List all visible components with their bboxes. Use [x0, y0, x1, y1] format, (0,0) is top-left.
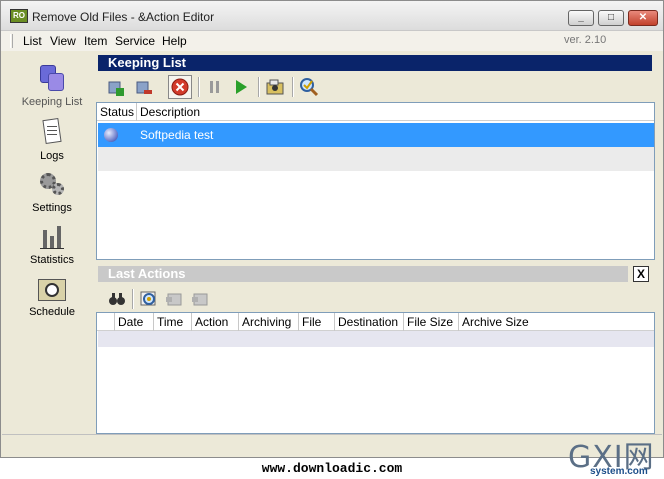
menu-grip [10, 34, 13, 48]
last-actions-table[interactable]: Date Time Action Archiving File Destinat… [96, 312, 655, 434]
row-description: Softpedia test [140, 128, 214, 142]
play-icon [236, 80, 247, 94]
sidebar-item-statistics[interactable]: Statistics [9, 221, 95, 266]
column-blank[interactable] [97, 313, 115, 331]
close-icon: ✕ [638, 12, 648, 23]
logs-icon [36, 117, 68, 147]
add-icon [108, 81, 124, 96]
toolbar-separator [292, 77, 294, 97]
last-actions-header-row: Date Time Action Archiving File Destinat… [97, 313, 654, 331]
preview-icon [266, 79, 284, 95]
remove-button[interactable] [132, 76, 154, 98]
last-actions-header: Last Actions [98, 266, 628, 282]
menu-list[interactable]: List [23, 34, 42, 48]
sidebar-item-schedule[interactable]: Schedule [9, 273, 95, 318]
column-date[interactable]: Date [115, 313, 154, 331]
column-description[interactable]: Description [137, 103, 654, 121]
column-archiving[interactable]: Archiving [239, 313, 299, 331]
sidebar-label-keeping-list: Keeping List [21, 96, 83, 108]
clear-button[interactable] [190, 288, 212, 310]
app-window: RO Remove Old Files - &Action Editor _ □… [0, 0, 664, 458]
status-bar [2, 434, 662, 452]
toolbar-separator [132, 289, 134, 309]
keeping-list-header: Keeping List [98, 55, 652, 71]
column-archive-size[interactable]: Archive Size [459, 313, 654, 331]
maximize-icon: □ [607, 12, 615, 23]
menu-help[interactable]: Help [162, 34, 187, 48]
app-icon: RO [10, 9, 28, 23]
preview-button[interactable] [264, 76, 286, 98]
statistics-icon [36, 221, 68, 251]
minimize-icon: _ [578, 12, 584, 23]
stop-button[interactable] [168, 75, 192, 99]
keeping-list-icon [36, 63, 68, 93]
last-actions-close-button[interactable]: X [633, 266, 649, 282]
maximize-button[interactable]: □ [598, 10, 624, 26]
sidebar: Keeping List Logs Settings Statistics Sc… [9, 55, 95, 450]
title-bar: RO Remove Old Files - &Action Editor _ □… [1, 1, 663, 31]
menu-item[interactable]: Item [84, 34, 107, 48]
table-row[interactable]: Softpedia test [98, 123, 654, 147]
search-button[interactable] [298, 76, 320, 98]
keeping-list-toolbar [98, 74, 652, 100]
search-icon [300, 78, 319, 97]
table-row-empty [98, 147, 654, 171]
toolbar-separator [258, 77, 260, 97]
schedule-icon [36, 273, 68, 303]
column-action[interactable]: Action [192, 313, 239, 331]
keeping-list-table[interactable]: Status Description Softpedia test [96, 102, 655, 260]
clear-icon [192, 293, 208, 306]
toolbar-separator [198, 77, 200, 97]
find-button[interactable] [106, 288, 128, 310]
version-label: ver. 2.10 [564, 34, 607, 46]
remove-icon [136, 81, 152, 94]
refresh-button[interactable] [138, 288, 160, 310]
column-destination[interactable]: Destination [335, 313, 404, 331]
refresh-icon [140, 291, 156, 306]
column-time[interactable]: Time [154, 313, 192, 331]
sidebar-label-settings: Settings [32, 202, 72, 214]
column-file[interactable]: File [299, 313, 335, 331]
sidebar-item-logs[interactable]: Logs [9, 117, 95, 162]
last-actions-toolbar [98, 286, 652, 312]
add-button[interactable] [104, 76, 126, 98]
watermark-logo: GXI网 system.com [566, 432, 662, 478]
sidebar-label-statistics: Statistics [29, 254, 74, 266]
watermark-subtext: system.com [590, 466, 648, 477]
footer-url: www.downloadic.com [261, 461, 403, 476]
minimize-button[interactable]: _ [568, 10, 594, 26]
sidebar-label-schedule: Schedule [29, 306, 75, 318]
status-icon [104, 128, 118, 142]
keeping-list-header-row: Status Description [97, 103, 654, 121]
menu-bar: List View Item Service Help ver. 2.10 [1, 31, 663, 51]
sidebar-item-keeping-list[interactable]: Keeping List [9, 63, 95, 108]
settings-icon [36, 169, 68, 199]
column-file-size[interactable]: File Size [404, 313, 459, 331]
footer-banner: www.downloadic.com [0, 458, 664, 479]
table-row-empty [98, 331, 654, 347]
find-icon [109, 293, 125, 305]
sidebar-label-logs: Logs [40, 150, 64, 162]
export-icon [166, 293, 182, 306]
stop-icon [171, 78, 189, 96]
menu-view[interactable]: View [50, 34, 76, 48]
menu-service[interactable]: Service [115, 34, 155, 48]
export-button[interactable] [164, 288, 186, 310]
pause-icon [210, 81, 219, 93]
pause-button[interactable] [204, 76, 226, 98]
play-button[interactable] [230, 76, 252, 98]
window-title: Remove Old Files - &Action Editor [32, 10, 215, 24]
sidebar-item-settings[interactable]: Settings [9, 169, 95, 214]
close-button[interactable]: ✕ [628, 10, 658, 26]
column-status[interactable]: Status [97, 103, 137, 121]
